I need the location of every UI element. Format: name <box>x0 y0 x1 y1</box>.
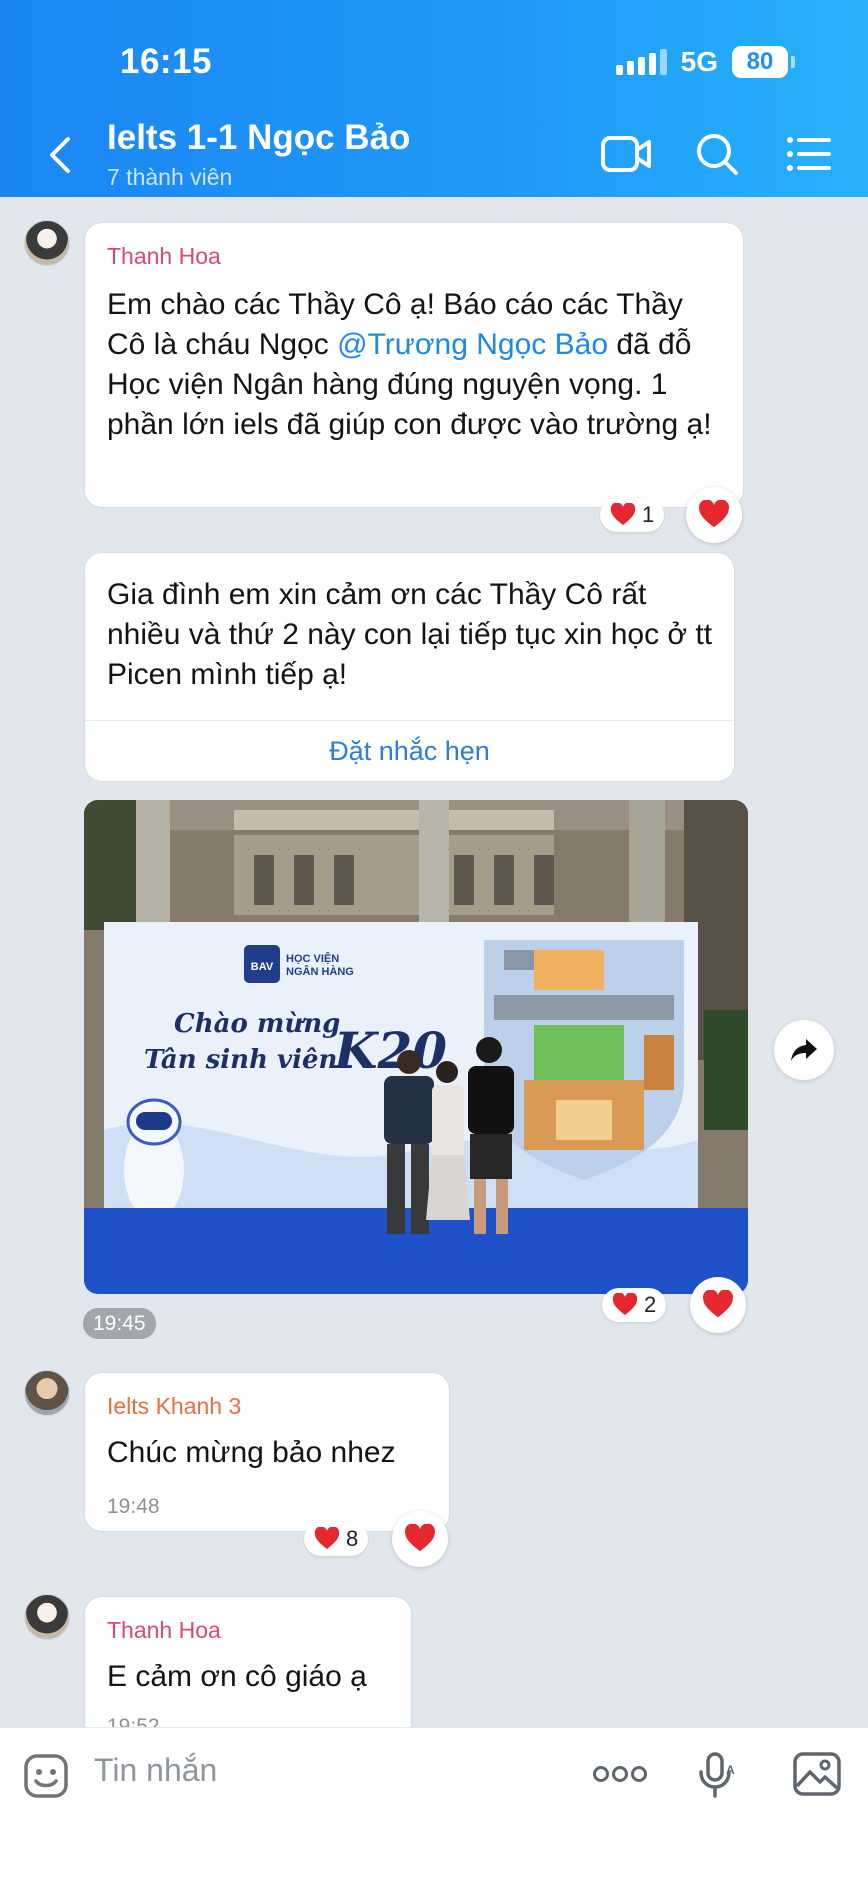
banner-line2: Tân sinh viên <box>144 1045 337 1075</box>
message-time: 19:45 <box>83 1308 156 1339</box>
message-text: Chúc mừng bảo nhez <box>107 1436 396 1469</box>
sender-name[interactable]: Thanh Hoa <box>107 1617 221 1644</box>
message-bubble[interactable]: Thanh Hoa Em chào các Thầy Cô ạ! Báo cáo… <box>84 222 744 508</box>
message-bubble[interactable]: Gia đình em xin cảm ơn các Thầy Cô rất n… <box>84 552 735 782</box>
banner-org-line2: NGÂN HÀNG <box>286 965 354 978</box>
heart-icon <box>405 1524 435 1552</box>
reaction-summary[interactable]: 1 <box>600 498 665 532</box>
react-button[interactable] <box>392 1511 448 1567</box>
reaction-summary[interactable]: 8 <box>304 1522 369 1556</box>
photo-message[interactable]: BAV HỌC VIỆN NGÂN HÀNG Chào mừng Tân sin… <box>84 800 748 1294</box>
sender-name[interactable]: Ielts Khanh 3 <box>107 1393 241 1420</box>
message-text: E cảm ơn cô giáo ạ <box>107 1660 367 1693</box>
signal-icon <box>615 49 667 75</box>
back-icon[interactable] <box>44 133 74 177</box>
message-input[interactable]: Tin nhắn <box>94 1752 217 1789</box>
video-call-icon[interactable] <box>600 130 652 178</box>
sender-name[interactable]: Thanh Hoa <box>107 243 221 270</box>
react-button[interactable] <box>686 487 742 543</box>
message-text: Em chào các Thầy Cô ạ! Báo cáo các Thầy … <box>107 285 727 445</box>
message-bubble[interactable]: Ielts Khanh 3 Chúc mừng bảo nhez 19:48 <box>84 1372 450 1532</box>
banner-line1: Chào mừng <box>174 1009 340 1039</box>
set-reminder-link[interactable]: Đặt nhắc hẹn <box>85 736 734 767</box>
heart-icon <box>610 503 636 525</box>
heart-icon <box>314 1527 340 1549</box>
banner-k20: K20 <box>332 1021 447 1080</box>
menu-icon[interactable] <box>784 130 836 178</box>
search-icon[interactable] <box>692 130 744 178</box>
share-icon <box>791 1039 817 1061</box>
image-icon[interactable] <box>792 1750 842 1798</box>
reaction-summary[interactable]: 2 <box>602 1288 667 1322</box>
more-icon[interactable] <box>592 1762 648 1786</box>
battery-icon: 80 <box>732 46 795 78</box>
reaction-count: 2 <box>644 1292 657 1317</box>
chat-title[interactable]: Ielts 1-1 Ngọc Bảo <box>107 118 410 158</box>
heart-icon <box>703 1290 733 1318</box>
mention-link[interactable]: @Trương Ngọc Bảo <box>337 328 608 361</box>
message-time: 19:48 <box>107 1495 160 1518</box>
status-indicators: 5G 80 <box>615 46 795 78</box>
avatar-thanh-hoa[interactable] <box>24 220 70 266</box>
message-input-bar: Tin nhắn A <box>0 1727 868 1887</box>
react-button[interactable] <box>690 1277 746 1333</box>
voice-icon[interactable]: A <box>696 1750 736 1800</box>
avatar-ielts-khanh[interactable] <box>24 1370 70 1416</box>
message-text: Gia đình em xin cảm ơn các Thầy Cô rất n… <box>107 578 713 691</box>
heart-icon <box>699 500 729 528</box>
reaction-count: 8 <box>346 1526 359 1551</box>
chat-header: 16:15 5G 80 Ielts 1-1 Ngọc Bảo 7 thành v… <box>0 0 868 197</box>
status-time: 16:15 <box>120 42 213 81</box>
svg-text:A: A <box>726 1763 735 1777</box>
sticker-icon[interactable] <box>22 1752 70 1800</box>
network-type: 5G <box>680 46 718 77</box>
battery-level: 80 <box>746 48 774 75</box>
banner-logo: BAV <box>251 961 274 973</box>
photo-image: BAV HỌC VIỆN NGÂN HÀNG Chào mừng Tân sin… <box>84 800 748 1294</box>
divider <box>85 720 734 721</box>
avatar-thanh-hoa[interactable] <box>24 1594 70 1640</box>
share-button[interactable] <box>774 1020 834 1080</box>
banner-org-line1: HỌC VIỆN <box>286 952 339 965</box>
reaction-count: 1 <box>642 502 655 527</box>
member-count[interactable]: 7 thành viên <box>107 164 232 191</box>
heart-icon <box>612 1293 638 1315</box>
